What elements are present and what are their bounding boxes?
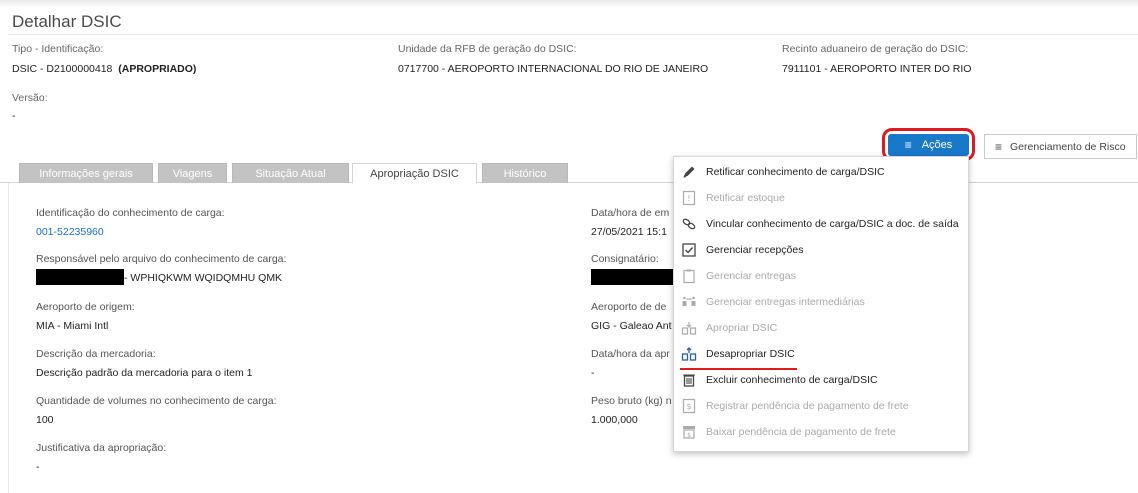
menu-item-label: Apropriar DSIC [706,322,778,334]
recinto-value: 7911101 - AEROPORTO INTER DO RIO [782,63,972,75]
menu-item-label: Retificar conhecimento de carga/DSIC [706,166,885,178]
menu-item-label: Vincular conhecimento de carga/DSIC a do… [706,218,959,230]
unidade-value: 0717700 - AEROPORTO INTERNACIONAL DO RIO… [398,63,709,75]
menu-item-retificar-estoque[interactable]: ! Retificar estoque [674,185,970,211]
menu-item-label: Gerenciar entregas [706,270,796,282]
unidade-label: Unidade da RFB de geração do DSIC: [398,43,577,55]
ident-label: Identificação do conhecimento de carga: [36,207,225,219]
svg-text:!: ! [687,194,690,203]
stock-doc-icon: ! [680,189,698,207]
consignatario-label: Consignatário: [591,253,659,265]
responsavel-value: - WPHIQKWM WQIDQMHU QMK [124,272,283,284]
risco-label: Gerenciamento de Risco [1010,140,1126,153]
menu-item-apropriar-dsic[interactable]: Apropriar DSIC [674,315,970,341]
acoes-label: Ações [921,139,953,151]
menu-item-label: Retificar estoque [706,192,785,204]
redaction-bar [36,269,124,285]
tab-situacao-atual[interactable]: Situação Atual [232,163,349,183]
menu-item-gerenciar-recepcoes[interactable]: Gerenciar recepções [674,237,970,263]
menu-item-registrar-pendencia[interactable]: $ Registrar pendência de pagamento de fr… [674,393,970,419]
acoes-dropdown-menu: Retificar conhecimento de carga/DSIC ! R… [673,156,969,452]
menu-item-excluir[interactable]: Excluir conhecimento de carga/DSIC [674,367,970,393]
justificativa-value: - [36,461,40,473]
link-icon [680,215,698,233]
disappropriate-icon [680,345,698,363]
data-apropriacao-label: Data/hora da apr [591,348,670,360]
menu-item-label: Desapropriar DSIC [706,348,795,360]
data-apropriacao-value: - [591,367,595,379]
menu-item-desapropriar-dsic[interactable]: Desapropriar DSIC [674,341,970,367]
page-title: Detalhar DSIC [12,12,122,31]
redaction-bar [591,269,673,285]
tipo-status: (APROPRIADO) [118,63,197,75]
justificativa-label: Justificativa da apropriação: [36,442,167,454]
menu-item-entregas-intermediarias[interactable]: Gerenciar entregas intermediárias [674,289,970,315]
tab-historico[interactable]: Histórico [482,163,568,183]
clipboard-icon [680,267,698,285]
svg-text:$: $ [686,402,691,411]
origem-label: Aeroporto de origem: [36,301,135,313]
peso-label: Peso bruto (kg) n [591,395,672,407]
gerenciamento-risco-button[interactable]: ≡ Gerenciamento de Risco [984,134,1137,159]
data-emissao-label: Data/hora de em [591,207,670,219]
transfer-icon [680,293,698,311]
menu-icon: ≡ [995,139,1003,154]
tab-viagens[interactable]: Viagens [158,163,227,183]
menu-item-retificar-conhecimento[interactable]: Retificar conhecimento de carga/DSIC [674,159,970,185]
tipo-id: DSIC - D2100000418 [12,63,113,75]
desapropriar-underline [680,368,797,370]
checkbox-icon [680,241,698,259]
menu-item-baixar-pendencia[interactable]: $ Baixar pendência de pagamento de frete [674,419,970,445]
trash-icon [680,371,698,389]
tab-apropriacao-dsic[interactable]: Apropriação DSIC [352,163,477,184]
menu-icon: ≡ [904,138,912,152]
menu-item-label: Registrar pendência de pagamento de fret… [706,400,909,412]
peso-value: 1.000,000 [591,414,638,426]
descricao-value: Descrição padrão da mercadoria para o it… [36,367,253,379]
payment-lower-icon: $ [680,423,698,441]
descricao-label: Descrição da mercadoria: [36,348,156,360]
tipo-label: Tipo - Identificação: [12,43,104,55]
origem-value: MIA - Miami Intl [36,320,109,332]
destino-label: Aeroporto de de [591,301,667,313]
payment-doc-icon: $ [680,397,698,415]
versao-label: Versão: [12,92,48,104]
tab-informacoes-gerais[interactable]: Informações gerais [19,163,153,183]
menu-item-label: Excluir conhecimento de carga/DSIC [706,374,878,386]
appropriate-icon [680,319,698,337]
quantidade-value: 100 [36,414,54,426]
responsavel-label: Responsável pelo arquivo do conhecimento… [36,253,287,265]
menu-item-label: Gerenciar entregas intermediárias [706,296,865,308]
versao-value: - [12,110,16,122]
menu-item-label: Baixar pendência de pagamento de frete [706,426,896,438]
acoes-button[interactable]: ≡ Ações [888,134,969,156]
menu-item-vincular[interactable]: Vincular conhecimento de carga/DSIC a do… [674,211,970,237]
data-emissao-value: 27/05/2021 15:1 [591,226,667,238]
tipo-value: DSIC - D2100000418 (APROPRIADO) [12,63,196,75]
top-shadow [0,0,1138,8]
menu-item-label: Gerenciar recepções [706,244,804,256]
ident-link[interactable]: 001-52235960 [36,226,104,238]
svg-text:$: $ [687,432,691,439]
menu-item-gerenciar-entregas[interactable]: Gerenciar entregas [674,263,970,289]
quantidade-label: Quantidade de volumes no conhecimento de… [36,395,277,407]
title-bar: Detalhar DSIC [8,8,1138,35]
recinto-label: Recinto aduaneiro de geração do DSIC: [782,43,969,55]
destino-value: GIG - Galeao Ant [591,320,672,332]
pencil-icon [680,163,698,181]
